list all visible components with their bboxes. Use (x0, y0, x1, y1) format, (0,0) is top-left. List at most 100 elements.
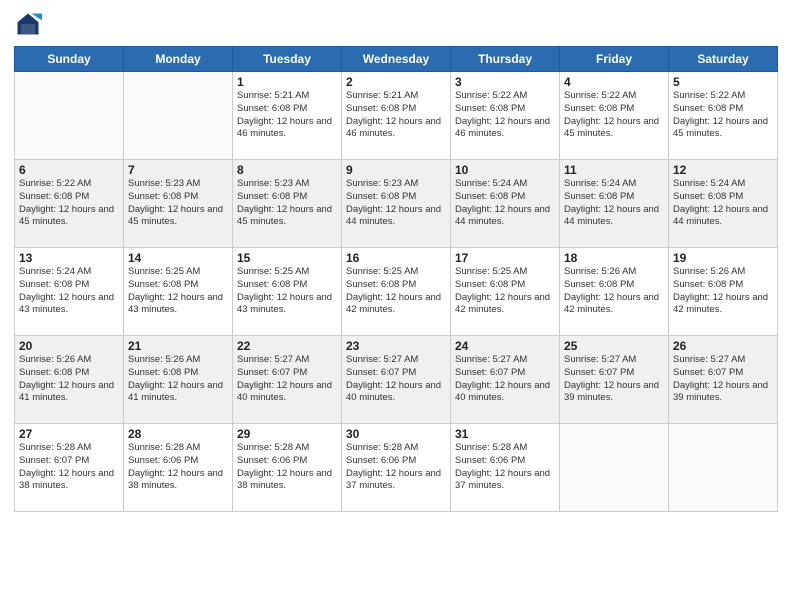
day-header-thursday: Thursday (451, 47, 560, 72)
day-number: 15 (237, 251, 337, 265)
day-number: 14 (128, 251, 228, 265)
cell-info: Sunrise: 5:28 AM Sunset: 6:06 PM Dayligh… (237, 442, 337, 493)
cell-info: Sunrise: 5:21 AM Sunset: 6:08 PM Dayligh… (237, 90, 337, 141)
day-header-tuesday: Tuesday (233, 47, 342, 72)
cal-cell: 7Sunrise: 5:23 AM Sunset: 6:08 PM Daylig… (124, 160, 233, 248)
cal-cell: 24Sunrise: 5:27 AM Sunset: 6:07 PM Dayli… (451, 336, 560, 424)
cal-cell: 31Sunrise: 5:28 AM Sunset: 6:06 PM Dayli… (451, 424, 560, 512)
week-row-2: 6Sunrise: 5:22 AM Sunset: 6:08 PM Daylig… (15, 160, 778, 248)
cell-info: Sunrise: 5:26 AM Sunset: 6:08 PM Dayligh… (128, 354, 228, 405)
day-header-wednesday: Wednesday (342, 47, 451, 72)
day-number: 11 (564, 163, 664, 177)
cal-cell: 10Sunrise: 5:24 AM Sunset: 6:08 PM Dayli… (451, 160, 560, 248)
cell-info: Sunrise: 5:27 AM Sunset: 6:07 PM Dayligh… (673, 354, 773, 405)
cell-info: Sunrise: 5:22 AM Sunset: 6:08 PM Dayligh… (673, 90, 773, 141)
cell-info: Sunrise: 5:27 AM Sunset: 6:07 PM Dayligh… (564, 354, 664, 405)
header-row: SundayMondayTuesdayWednesdayThursdayFrid… (15, 47, 778, 72)
cell-info: Sunrise: 5:27 AM Sunset: 6:07 PM Dayligh… (237, 354, 337, 405)
cal-cell: 20Sunrise: 5:26 AM Sunset: 6:08 PM Dayli… (15, 336, 124, 424)
cal-cell: 12Sunrise: 5:24 AM Sunset: 6:08 PM Dayli… (669, 160, 778, 248)
day-header-monday: Monday (124, 47, 233, 72)
cal-cell: 1Sunrise: 5:21 AM Sunset: 6:08 PM Daylig… (233, 72, 342, 160)
day-number: 21 (128, 339, 228, 353)
cal-cell: 5Sunrise: 5:22 AM Sunset: 6:08 PM Daylig… (669, 72, 778, 160)
cal-cell: 30Sunrise: 5:28 AM Sunset: 6:06 PM Dayli… (342, 424, 451, 512)
cal-cell: 26Sunrise: 5:27 AM Sunset: 6:07 PM Dayli… (669, 336, 778, 424)
header (14, 10, 778, 38)
day-number: 25 (564, 339, 664, 353)
cal-cell: 14Sunrise: 5:25 AM Sunset: 6:08 PM Dayli… (124, 248, 233, 336)
cell-info: Sunrise: 5:26 AM Sunset: 6:08 PM Dayligh… (564, 266, 664, 317)
week-row-3: 13Sunrise: 5:24 AM Sunset: 6:08 PM Dayli… (15, 248, 778, 336)
cell-info: Sunrise: 5:22 AM Sunset: 6:08 PM Dayligh… (455, 90, 555, 141)
day-number: 13 (19, 251, 119, 265)
cell-info: Sunrise: 5:25 AM Sunset: 6:08 PM Dayligh… (128, 266, 228, 317)
cell-info: Sunrise: 5:22 AM Sunset: 6:08 PM Dayligh… (19, 178, 119, 229)
cell-info: Sunrise: 5:24 AM Sunset: 6:08 PM Dayligh… (19, 266, 119, 317)
day-number: 22 (237, 339, 337, 353)
week-row-5: 27Sunrise: 5:28 AM Sunset: 6:07 PM Dayli… (15, 424, 778, 512)
cal-cell: 9Sunrise: 5:23 AM Sunset: 6:08 PM Daylig… (342, 160, 451, 248)
day-number: 8 (237, 163, 337, 177)
day-number: 19 (673, 251, 773, 265)
cell-info: Sunrise: 5:23 AM Sunset: 6:08 PM Dayligh… (237, 178, 337, 229)
page: SundayMondayTuesdayWednesdayThursdayFrid… (0, 0, 792, 612)
cal-cell (560, 424, 669, 512)
day-number: 23 (346, 339, 446, 353)
cal-cell (669, 424, 778, 512)
cell-info: Sunrise: 5:25 AM Sunset: 6:08 PM Dayligh… (455, 266, 555, 317)
cell-info: Sunrise: 5:27 AM Sunset: 6:07 PM Dayligh… (346, 354, 446, 405)
cal-cell: 27Sunrise: 5:28 AM Sunset: 6:07 PM Dayli… (15, 424, 124, 512)
cal-cell: 4Sunrise: 5:22 AM Sunset: 6:08 PM Daylig… (560, 72, 669, 160)
day-number: 17 (455, 251, 555, 265)
week-row-4: 20Sunrise: 5:26 AM Sunset: 6:08 PM Dayli… (15, 336, 778, 424)
cal-cell: 19Sunrise: 5:26 AM Sunset: 6:08 PM Dayli… (669, 248, 778, 336)
cal-cell: 16Sunrise: 5:25 AM Sunset: 6:08 PM Dayli… (342, 248, 451, 336)
cal-cell: 13Sunrise: 5:24 AM Sunset: 6:08 PM Dayli… (15, 248, 124, 336)
cal-cell: 21Sunrise: 5:26 AM Sunset: 6:08 PM Dayli… (124, 336, 233, 424)
week-row-1: 1Sunrise: 5:21 AM Sunset: 6:08 PM Daylig… (15, 72, 778, 160)
day-header-saturday: Saturday (669, 47, 778, 72)
cal-cell: 23Sunrise: 5:27 AM Sunset: 6:07 PM Dayli… (342, 336, 451, 424)
day-number: 16 (346, 251, 446, 265)
cell-info: Sunrise: 5:24 AM Sunset: 6:08 PM Dayligh… (673, 178, 773, 229)
cal-cell: 29Sunrise: 5:28 AM Sunset: 6:06 PM Dayli… (233, 424, 342, 512)
cell-info: Sunrise: 5:22 AM Sunset: 6:08 PM Dayligh… (564, 90, 664, 141)
logo-icon (14, 10, 42, 38)
cal-cell: 15Sunrise: 5:25 AM Sunset: 6:08 PM Dayli… (233, 248, 342, 336)
day-number: 18 (564, 251, 664, 265)
cell-info: Sunrise: 5:23 AM Sunset: 6:08 PM Dayligh… (346, 178, 446, 229)
day-header-friday: Friday (560, 47, 669, 72)
day-number: 31 (455, 427, 555, 441)
day-header-sunday: Sunday (15, 47, 124, 72)
cal-cell: 17Sunrise: 5:25 AM Sunset: 6:08 PM Dayli… (451, 248, 560, 336)
cal-cell: 22Sunrise: 5:27 AM Sunset: 6:07 PM Dayli… (233, 336, 342, 424)
cal-cell: 18Sunrise: 5:26 AM Sunset: 6:08 PM Dayli… (560, 248, 669, 336)
cell-info: Sunrise: 5:24 AM Sunset: 6:08 PM Dayligh… (455, 178, 555, 229)
day-number: 2 (346, 75, 446, 89)
day-number: 3 (455, 75, 555, 89)
logo (14, 10, 46, 38)
calendar-table: SundayMondayTuesdayWednesdayThursdayFrid… (14, 46, 778, 512)
cal-cell: 28Sunrise: 5:28 AM Sunset: 6:06 PM Dayli… (124, 424, 233, 512)
cell-info: Sunrise: 5:28 AM Sunset: 6:06 PM Dayligh… (455, 442, 555, 493)
cell-info: Sunrise: 5:28 AM Sunset: 6:06 PM Dayligh… (346, 442, 446, 493)
cal-cell: 6Sunrise: 5:22 AM Sunset: 6:08 PM Daylig… (15, 160, 124, 248)
cell-info: Sunrise: 5:28 AM Sunset: 6:06 PM Dayligh… (128, 442, 228, 493)
day-number: 28 (128, 427, 228, 441)
cal-cell: 3Sunrise: 5:22 AM Sunset: 6:08 PM Daylig… (451, 72, 560, 160)
cell-info: Sunrise: 5:25 AM Sunset: 6:08 PM Dayligh… (346, 266, 446, 317)
day-number: 27 (19, 427, 119, 441)
cal-cell: 2Sunrise: 5:21 AM Sunset: 6:08 PM Daylig… (342, 72, 451, 160)
cell-info: Sunrise: 5:26 AM Sunset: 6:08 PM Dayligh… (19, 354, 119, 405)
cal-cell (124, 72, 233, 160)
day-number: 6 (19, 163, 119, 177)
cell-info: Sunrise: 5:27 AM Sunset: 6:07 PM Dayligh… (455, 354, 555, 405)
cal-cell: 11Sunrise: 5:24 AM Sunset: 6:08 PM Dayli… (560, 160, 669, 248)
day-number: 1 (237, 75, 337, 89)
day-number: 20 (19, 339, 119, 353)
cal-cell (15, 72, 124, 160)
cell-info: Sunrise: 5:26 AM Sunset: 6:08 PM Dayligh… (673, 266, 773, 317)
cell-info: Sunrise: 5:25 AM Sunset: 6:08 PM Dayligh… (237, 266, 337, 317)
day-number: 30 (346, 427, 446, 441)
